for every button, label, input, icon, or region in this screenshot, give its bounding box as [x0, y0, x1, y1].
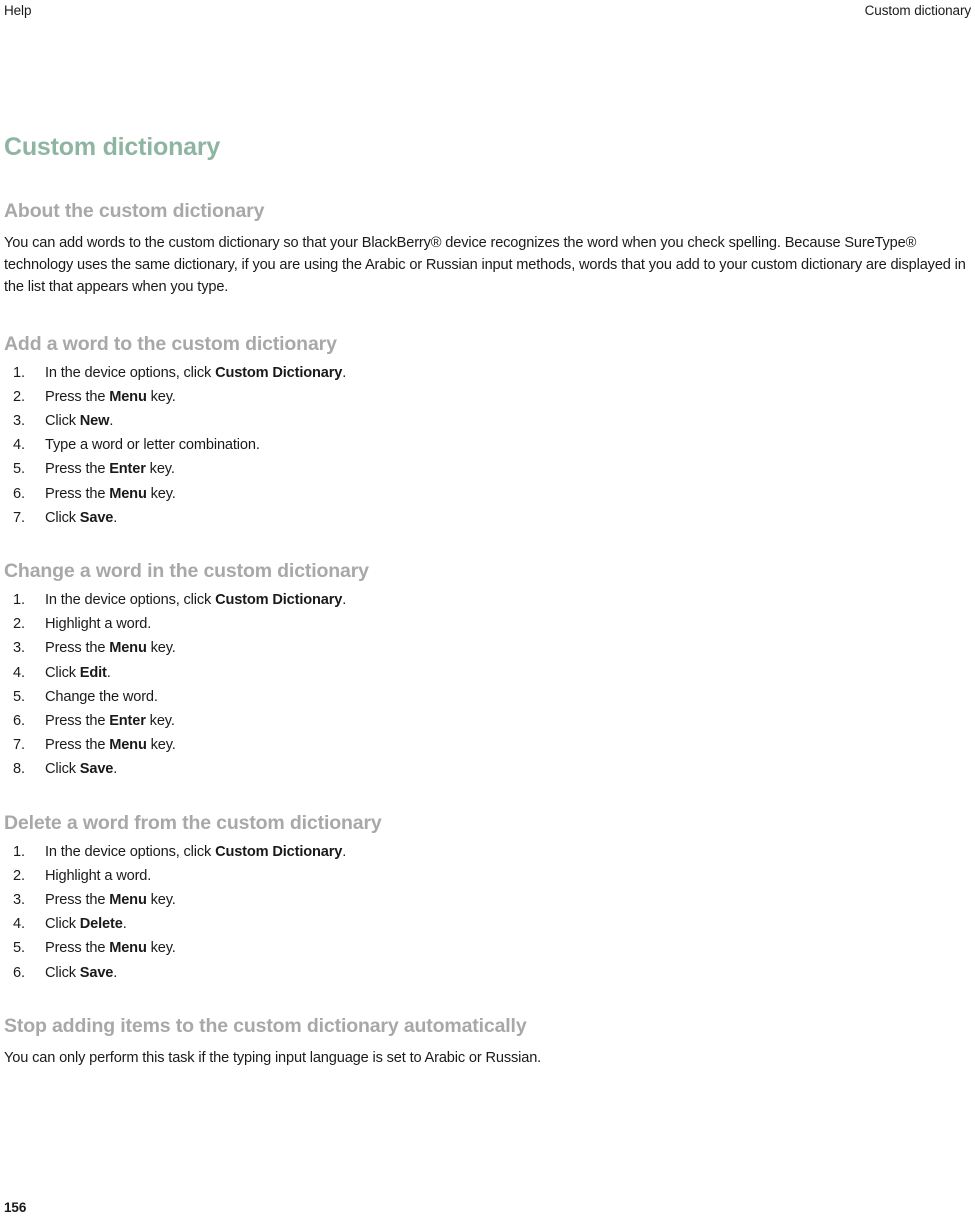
section-heading: Change a word in the custom dictionary — [4, 560, 369, 583]
step-text-tail: key. — [146, 388, 176, 405]
step-text-tail: . — [342, 364, 347, 381]
section-heading: Delete a word from the custom dictionary — [4, 811, 382, 834]
step-item: Click Save. — [4, 506, 975, 530]
step-item: Press the Menu key. — [4, 636, 975, 660]
step-text-tail: key. — [146, 737, 176, 754]
running-head: Help Custom dictionary — [0, 0, 975, 22]
step-item: Press the Menu key. — [4, 385, 975, 409]
step-item: Type a word or letter combination. — [4, 433, 975, 457]
step-emphasis: Enter — [109, 713, 146, 730]
step-text: Press the — [45, 388, 110, 405]
steps-list: In the device options, click Custom Dict… — [4, 588, 975, 782]
page-number: 156 — [4, 1200, 27, 1215]
step-item: Click Delete. — [4, 912, 975, 936]
step-text-tail: key. — [145, 713, 175, 730]
step-text: Press the — [45, 713, 110, 730]
running-head-left: Help — [4, 3, 32, 18]
step-item: Click New. — [4, 409, 975, 433]
step-item: Highlight a word. — [4, 612, 975, 636]
step-text-tail: key. — [146, 640, 176, 657]
step-text: Highlight a word. — [45, 867, 152, 884]
step-emphasis: Edit — [79, 664, 107, 681]
page-title: Custom dictionary — [4, 133, 221, 161]
step-item: Press the Menu key. — [4, 482, 975, 506]
step-item: Press the Enter key. — [4, 709, 975, 733]
step-item: Press the Menu key. — [4, 733, 975, 757]
step-emphasis: Delete — [79, 916, 123, 933]
step-text: In the device options, click — [45, 843, 216, 860]
step-text: Change the word. — [45, 688, 158, 705]
step-emphasis: Custom Dictionary — [215, 592, 343, 609]
step-emphasis: Save — [79, 761, 114, 778]
step-text-tail: . — [113, 761, 118, 778]
step-item: Click Save. — [4, 961, 975, 985]
step-item: Press the Menu key. — [4, 888, 975, 912]
step-item: In the device options, click Custom Dict… — [4, 588, 975, 612]
step-item: Click Edit. — [4, 661, 975, 685]
step-text: Highlight a word. — [45, 616, 152, 633]
step-text-tail: . — [342, 592, 347, 609]
running-head-right: Custom dictionary — [864, 3, 971, 18]
step-text: Press the — [45, 737, 110, 754]
section-stop-adding-items: Stop adding items to the custom dictiona… — [4, 1014, 975, 1069]
step-text: Click — [45, 664, 80, 681]
document-page: Help Custom dictionary Custom dictionary… — [0, 0, 975, 1228]
step-emphasis: Menu — [109, 737, 147, 754]
step-emphasis: Custom Dictionary — [215, 843, 343, 860]
step-text: Click — [45, 509, 80, 526]
section-heading: About the custom dictionary — [4, 200, 265, 222]
section-heading: Add a word to the custom dictionary — [4, 332, 337, 355]
step-emphasis: Enter — [109, 461, 146, 478]
step-text-tail: . — [122, 916, 127, 933]
step-emphasis: Menu — [109, 388, 147, 405]
step-emphasis: Menu — [109, 940, 147, 957]
step-text-tail: key. — [146, 892, 176, 909]
step-text: Click — [45, 916, 80, 933]
step-text: Press the — [45, 461, 110, 478]
step-emphasis: Save — [79, 509, 114, 526]
step-text-tail: key. — [146, 485, 176, 502]
step-emphasis: Menu — [109, 485, 147, 502]
step-text: Press the — [45, 940, 110, 957]
step-text: Click — [45, 964, 80, 981]
step-text: Press the — [45, 485, 110, 502]
section-add-a-word: Add a word to the custom dictionary In t… — [4, 332, 975, 531]
steps-list: In the device options, click Custom Dict… — [4, 840, 975, 985]
step-item: Change the word. — [4, 685, 975, 709]
step-item: Highlight a word. — [4, 864, 975, 888]
steps-list: In the device options, click Custom Dict… — [4, 361, 975, 531]
step-text-tail: . — [109, 413, 114, 430]
step-text-tail: . — [342, 843, 347, 860]
step-text: Click — [45, 413, 80, 430]
step-emphasis: Menu — [109, 640, 147, 657]
step-text: In the device options, click — [45, 592, 216, 609]
step-emphasis: New — [79, 413, 110, 430]
step-text-tail: . — [113, 964, 118, 981]
step-emphasis: Save — [79, 964, 114, 981]
step-item: In the device options, click Custom Dict… — [4, 361, 975, 385]
step-item: Press the Menu key. — [4, 936, 975, 960]
step-text: Click — [45, 761, 80, 778]
step-emphasis: Custom Dictionary — [215, 364, 343, 381]
step-text: In the device options, click — [45, 364, 216, 381]
section-paragraph: You can add words to the custom dictiona… — [4, 235, 966, 296]
section-delete-a-word: Delete a word from the custom dictionary… — [4, 811, 975, 985]
section-change-a-word: Change a word in the custom dictionary I… — [4, 559, 975, 782]
step-text: Press the — [45, 640, 110, 657]
step-text-tail: . — [106, 664, 111, 681]
step-item: In the device options, click Custom Dict… — [4, 840, 975, 864]
section-heading: Stop adding items to the custom dictiona… — [4, 1014, 527, 1037]
step-text-tail: key. — [145, 461, 175, 478]
step-text: Type a word or letter combination. — [45, 437, 260, 454]
section-paragraph: You can only perform this task if the ty… — [4, 1049, 542, 1066]
step-text-tail: . — [113, 509, 118, 526]
step-text: Press the — [45, 892, 110, 909]
step-text-tail: key. — [146, 940, 176, 957]
step-item: Press the Enter key. — [4, 457, 975, 481]
section-about-custom-dictionary: About the custom dictionary You can add … — [4, 199, 975, 299]
step-emphasis: Menu — [109, 892, 147, 909]
step-item: Click Save. — [4, 757, 975, 781]
document-content: Custom dictionary About the custom dicti… — [4, 132, 975, 1069]
